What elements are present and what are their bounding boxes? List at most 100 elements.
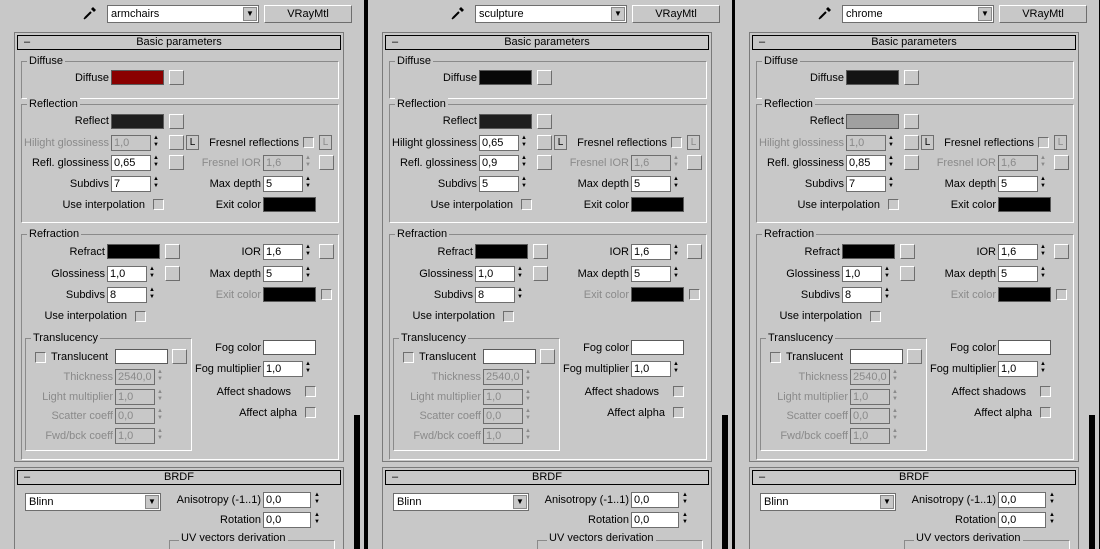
translucent-map-button[interactable] [540,349,555,364]
fresnel-ior-lock-button[interactable]: L [319,135,332,150]
refr-glossiness-field[interactable]: 1,0 [475,266,515,282]
light-multiplier-field[interactable]: 1,0 [115,389,155,405]
rotation-field[interactable]: 0,0 [263,512,311,528]
ior-field[interactable]: 1,6 [263,244,303,260]
spinner-arrows-icon[interactable]: ▲ ▼ [147,287,157,303]
refl-glossiness-map-button[interactable] [904,155,919,170]
refl-subdivs-field[interactable]: 5 [479,176,519,192]
material-name-dropdown[interactable]: chrome ▼ [842,5,994,23]
refl-glossiness-spinner[interactable]: 0,85 ▲ ▼ [846,155,898,171]
rotation-field[interactable]: 0,0 [998,512,1046,528]
rotation-spinner[interactable]: 0,0 ▲ ▼ [998,512,1060,528]
thickness-field[interactable]: 2540,0 [115,369,155,385]
scatter-coeff-field[interactable]: 0,0 [483,408,523,424]
eyedropper-icon[interactable] [450,5,466,21]
scatter-coeff-field[interactable]: 0,0 [850,408,890,424]
panel-scrollbar[interactable] [1089,0,1095,549]
spinner-arrows-icon[interactable]: ▲ ▼ [671,155,681,171]
spinner-arrows-icon[interactable]: ▲ ▼ [151,135,161,151]
fwd-bck-coeff-field[interactable]: 1,0 [850,428,890,444]
affect-shadows-checkbox[interactable] [673,386,684,397]
fog-color-swatch[interactable] [998,340,1051,355]
refl-glossiness-map-button[interactable] [169,155,184,170]
spinner-arrows-icon[interactable]: ▲ ▼ [155,369,165,385]
refl-glossiness-spinner[interactable]: 0,9 ▲ ▼ [479,155,531,171]
refr-glossiness-map-button[interactable] [900,266,915,281]
translucent-checkbox[interactable] [35,352,46,363]
refract-map-button[interactable] [533,244,548,259]
light-multiplier-spinner[interactable]: 1,0 ▲ ▼ [850,389,902,405]
refract-color-swatch[interactable] [107,244,160,259]
scrollbar-thumb[interactable] [722,415,728,549]
diffuse-color-swatch[interactable] [846,70,899,85]
basic-parameters-header[interactable]: – Basic parameters [17,35,341,50]
refl-use-interpolation-checkbox[interactable] [888,199,899,210]
fwd-bck-coeff-spinner[interactable]: 1,0 ▲ ▼ [850,428,902,444]
diffuse-map-button[interactable] [169,70,184,85]
refr-use-interpolation-checkbox[interactable] [135,311,146,322]
spinner-arrows-icon[interactable]: ▲ ▼ [312,492,322,508]
refr-max-depth-spinner[interactable]: 5 ▲ ▼ [998,266,1050,282]
spinner-arrows-icon[interactable]: ▲ ▼ [890,428,900,444]
refr-max-depth-field[interactable]: 5 [263,266,303,282]
panel-scrollbar[interactable] [354,0,360,549]
fresnel-ior-field[interactable]: 1,6 [998,155,1038,171]
hilight-lock-button[interactable]: L [186,135,199,150]
eyedropper-icon[interactable] [817,5,833,21]
anisotropy-spinner[interactable]: 0,0 ▲ ▼ [998,492,1060,508]
refr-exit-color-checkbox[interactable] [1056,289,1067,300]
spinner-arrows-icon[interactable]: ▲ ▼ [523,428,533,444]
refl-exit-color-swatch[interactable] [263,197,316,212]
refract-map-button[interactable] [900,244,915,259]
hilight-glossiness-field[interactable]: 1,0 [846,135,886,151]
refl-glossiness-spinner[interactable]: 0,65 ▲ ▼ [111,155,163,171]
refr-glossiness-map-button[interactable] [165,266,180,281]
scatter-coeff-spinner[interactable]: 0,0 ▲ ▼ [115,408,167,424]
spinner-arrows-icon[interactable]: ▲ ▼ [671,361,681,377]
diffuse-map-button[interactable] [537,70,552,85]
spinner-arrows-icon[interactable]: ▲ ▼ [1038,176,1048,192]
affect-alpha-checkbox[interactable] [673,407,684,418]
diffuse-map-button[interactable] [904,70,919,85]
affect-alpha-checkbox[interactable] [1040,407,1051,418]
spinner-arrows-icon[interactable]: ▲ ▼ [523,389,533,405]
refr-exit-color-swatch[interactable] [263,287,316,302]
spinner-arrows-icon[interactable]: ▲ ▼ [312,512,322,528]
fog-multiplier-field[interactable]: 1,0 [263,361,303,377]
hilight-glossiness-spinner[interactable]: 1,0 ▲ ▼ [846,135,898,151]
refl-subdivs-field[interactable]: 7 [846,176,886,192]
fresnel-reflections-checkbox[interactable] [303,137,314,148]
reflect-map-button[interactable] [537,114,552,129]
refr-max-depth-field[interactable]: 5 [631,266,671,282]
refl-subdivs-field[interactable]: 7 [111,176,151,192]
anisotropy-field[interactable]: 0,0 [631,492,679,508]
refr-exit-color-checkbox[interactable] [689,289,700,300]
brdf-type-dropdown[interactable]: Blinn ▼ [393,493,529,511]
anisotropy-field[interactable]: 0,0 [998,492,1046,508]
hilight-lock-button[interactable]: L [921,135,934,150]
basic-parameters-header[interactable]: – Basic parameters [385,35,709,50]
brdf-type-dropdown[interactable]: Blinn ▼ [760,493,896,511]
brdf-header[interactable]: – BRDF [385,470,709,485]
eyedropper-icon[interactable] [82,5,98,21]
reflect-color-swatch[interactable] [111,114,164,129]
fwd-bck-coeff-spinner[interactable]: 1,0 ▲ ▼ [115,428,167,444]
spinner-arrows-icon[interactable]: ▲ ▼ [680,512,690,528]
hilight-glossiness-spinner[interactable]: 1,0 ▲ ▼ [111,135,163,151]
refr-exit-color-swatch[interactable] [631,287,684,302]
spinner-arrows-icon[interactable]: ▲ ▼ [151,155,161,171]
light-multiplier-spinner[interactable]: 1,0 ▲ ▼ [483,389,535,405]
spinner-arrows-icon[interactable]: ▲ ▼ [671,244,681,260]
anisotropy-spinner[interactable]: 0,0 ▲ ▼ [263,492,325,508]
spinner-arrows-icon[interactable]: ▲ ▼ [155,389,165,405]
spinner-arrows-icon[interactable]: ▲ ▼ [886,135,896,151]
fresnel-reflections-checkbox[interactable] [1038,137,1049,148]
spinner-arrows-icon[interactable]: ▲ ▼ [147,266,157,282]
ior-spinner[interactable]: 1,6 ▲ ▼ [263,244,315,260]
fog-multiplier-spinner[interactable]: 1,0 ▲ ▼ [631,361,683,377]
refl-glossiness-field[interactable]: 0,85 [846,155,886,171]
translucent-checkbox[interactable] [770,352,781,363]
spinner-arrows-icon[interactable]: ▲ ▼ [680,492,690,508]
refl-use-interpolation-checkbox[interactable] [153,199,164,210]
spinner-arrows-icon[interactable]: ▲ ▼ [519,135,529,151]
